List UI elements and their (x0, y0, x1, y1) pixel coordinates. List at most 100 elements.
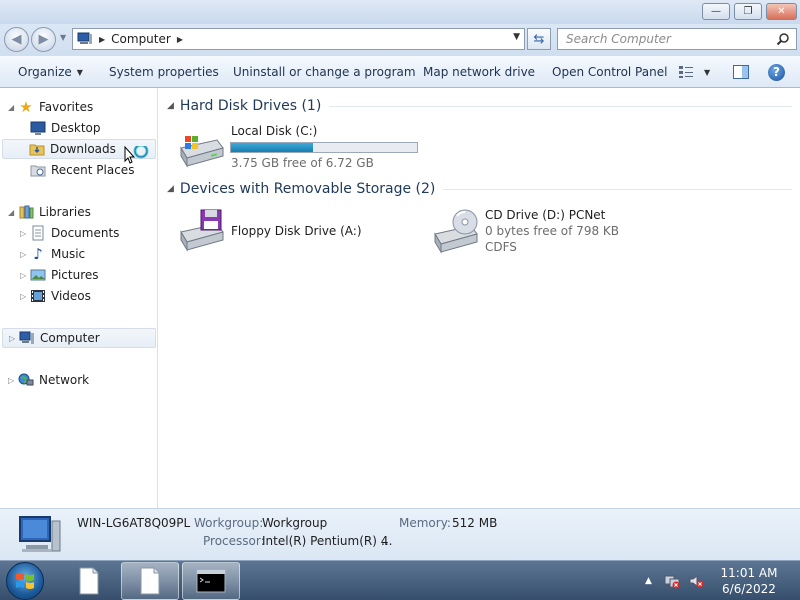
close-button[interactable]: ✕ (766, 3, 797, 20)
workgroup-value: Workgroup (262, 516, 328, 530)
network-disconnected-icon[interactable] (664, 573, 680, 589)
star-icon: ★ (19, 98, 33, 116)
map-network-drive-button[interactable]: Map network drive (423, 56, 535, 88)
recent-pages-dropdown[interactable]: ▼ (60, 33, 66, 42)
system-properties-button[interactable]: System properties (109, 56, 219, 88)
cd-drive-icon (434, 209, 478, 254)
breadcrumb-separator-icon: ▶ (99, 34, 106, 44)
address-dropdown-icon[interactable]: ▼ (513, 32, 520, 42)
help-icon: ? (768, 63, 785, 81)
minimize-button[interactable]: — (702, 3, 730, 20)
change-view-button[interactable]: ▼ (678, 56, 710, 88)
libraries-icon (19, 205, 34, 219)
nav-computer-label: Computer (40, 331, 100, 345)
drive-floppy-a[interactable]: Floppy Disk Drive (A:) (177, 208, 417, 254)
forward-button[interactable]: ▶ (31, 27, 56, 52)
taskbar-app-2[interactable] (121, 562, 179, 600)
drive-name: Local Disk (C:) (231, 124, 318, 138)
nav-desktop[interactable]: Desktop (30, 118, 101, 138)
details-pane: WIN-LG6AT8Q09PL Workgroup: Workgroup Mem… (0, 508, 800, 560)
document-icon (79, 567, 99, 595)
uninstall-program-button[interactable]: Uninstall or change a program (233, 56, 416, 88)
group-divider (329, 105, 792, 107)
drive-cd-d[interactable]: CD Drive (D:) PCNet 0 bytes free of 798 … (431, 208, 671, 254)
back-button[interactable]: ◀ (4, 27, 29, 52)
expand-arrow-icon[interactable]: ▷ (20, 271, 30, 280)
nav-music[interactable]: ▷ ♪ Music (20, 244, 85, 264)
nav-computer[interactable]: ▷ Computer (2, 328, 156, 348)
drive-name: Floppy Disk Drive (A:) (231, 224, 362, 238)
restore-icon: ❐ (743, 6, 753, 17)
clock-time: 11:01 AM (720, 566, 778, 580)
clock[interactable]: 11:01 AM 6/6/2022 (712, 565, 786, 597)
drive-local-disk-c[interactable]: Local Disk (C:) 3.75 GB free of 6.72 GB (177, 122, 427, 172)
taskbar-command-prompt[interactable] (182, 562, 240, 600)
expand-arrow-icon[interactable]: ◢ (8, 103, 18, 112)
help-button[interactable]: ? (768, 56, 785, 88)
chevron-down-icon: ▼ (76, 67, 83, 77)
document-icon (140, 567, 160, 595)
expand-arrow-icon[interactable]: ▷ (9, 334, 19, 343)
clock-date: 6/6/2022 (722, 582, 776, 596)
preview-pane-button[interactable] (733, 56, 749, 88)
expand-arrow-icon[interactable]: ▷ (8, 376, 18, 385)
close-icon: ✕ (777, 6, 786, 17)
nav-favorites[interactable]: ◢ ★ Favorites (8, 97, 93, 117)
forward-arrow-icon: ▶ (38, 32, 49, 47)
group-removable-storage[interactable]: ◢ Devices with Removable Storage (2) (167, 179, 792, 199)
taskbar-app-1[interactable] (60, 562, 118, 600)
back-arrow-icon: ◀ (11, 32, 22, 47)
collapse-arrow-icon[interactable]: ◢ (167, 184, 174, 194)
nav-network[interactable]: ▷ Network (8, 370, 89, 390)
documents-icon (32, 225, 44, 241)
videos-icon (31, 290, 45, 302)
expand-arrow-icon[interactable]: ▷ (20, 229, 30, 238)
drive-name: CD Drive (D:) PCNet (485, 208, 606, 222)
open-control-panel-button[interactable]: Open Control Panel (552, 56, 667, 88)
nav-libraries[interactable]: ◢ Libraries (8, 202, 91, 222)
group-hard-disk-drives[interactable]: ◢ Hard Disk Drives (1) (167, 96, 792, 116)
network-icon (18, 373, 34, 386)
pictures-icon (30, 269, 46, 281)
disk-usage-fill (231, 143, 313, 152)
drive-file-system: CDFS (485, 240, 517, 254)
expand-arrow-icon[interactable]: ▷ (20, 292, 30, 301)
recent-places-icon (30, 165, 46, 177)
disk-usage-bar (230, 142, 418, 153)
refresh-button[interactable]: ⇆ (527, 28, 551, 50)
nav-documents-label: Documents (51, 226, 120, 240)
volume-muted-icon[interactable] (688, 573, 704, 589)
view-options-icon (679, 66, 693, 78)
breadcrumb-chevron-icon[interactable]: ▶ (177, 35, 183, 44)
expand-arrow-icon[interactable]: ◢ (8, 208, 18, 217)
content-pane: ◢ Hard Disk Drives (1) Local Disk (C:) 3… (159, 88, 800, 508)
address-bar[interactable]: ▶ Computer ▶ ▼ (72, 28, 525, 50)
system-tray: ▲ (645, 561, 704, 600)
command-bar: Organize ▼ System properties Uninstall or… (0, 56, 800, 88)
search-input[interactable]: Search Computer (557, 28, 797, 50)
nav-pictures[interactable]: ▷ Pictures (20, 265, 99, 285)
navigation-pane: ◢ ★ Favorites Desktop Downloads Recent P… (0, 88, 158, 508)
preview-pane-icon (733, 65, 749, 79)
organize-button[interactable]: Organize ▼ (18, 56, 83, 88)
nav-desktop-label: Desktop (51, 121, 101, 135)
processor-more: ... (381, 534, 393, 548)
maximize-button[interactable]: ❐ (734, 3, 762, 20)
processor-value: Intel(R) Pentium(R) 4 (262, 534, 389, 548)
address-row: ◀ ▶ ▼ ▶ Computer ▶ ▼ ⇆ Search Computer (0, 24, 800, 56)
title-bar: — ❐ ✕ (0, 0, 800, 24)
nav-videos[interactable]: ▷ Videos (20, 286, 91, 306)
show-hidden-icons-button[interactable]: ▲ (645, 576, 652, 586)
drive-free-space: 0 bytes free of 798 KB (485, 224, 619, 238)
memory-label: Memory: (399, 516, 451, 530)
minimize-icon: — (711, 6, 721, 17)
start-button[interactable] (6, 562, 44, 600)
nav-recent-places[interactable]: Recent Places (30, 160, 134, 180)
breadcrumb-computer[interactable]: Computer (111, 32, 171, 46)
desktop-icon (30, 121, 46, 135)
nav-documents[interactable]: ▷ Documents (20, 223, 119, 243)
refresh-icon: ⇆ (533, 31, 545, 47)
expand-arrow-icon[interactable]: ▷ (20, 250, 30, 259)
collapse-arrow-icon[interactable]: ◢ (167, 101, 174, 111)
workgroup-label: Workgroup: (194, 516, 264, 530)
